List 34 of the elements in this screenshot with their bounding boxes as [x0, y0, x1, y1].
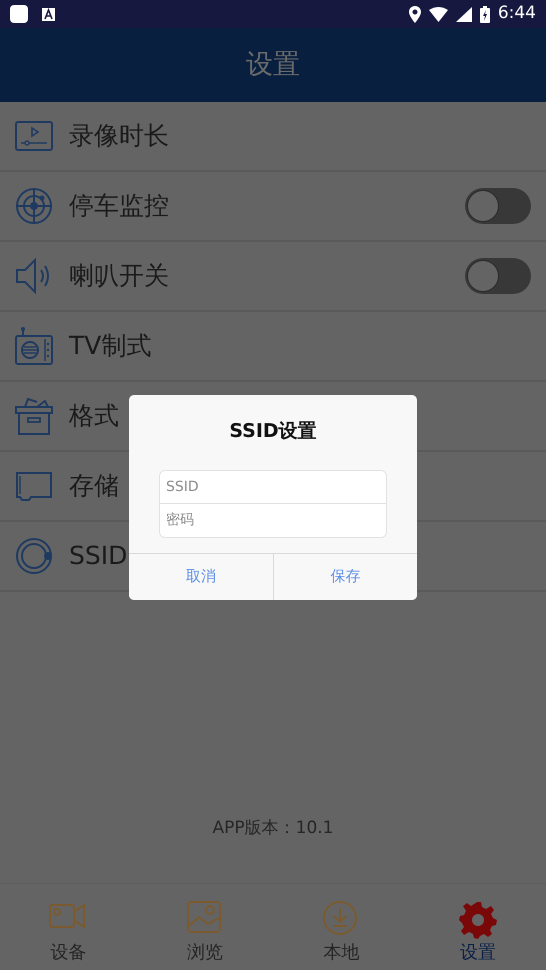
notification-icon	[42, 8, 55, 20]
dialog-button[interactable]: 取消	[129, 552, 272, 600]
version-text: APP版本：10.1	[212, 816, 334, 840]
nav-tab[interactable]: 设备	[0, 884, 136, 970]
setting-label: TV制式	[69, 330, 152, 362]
input-field[interactable]: SSID	[159, 470, 387, 504]
dialog-title: SSID设置	[228, 419, 318, 444]
input-field[interactable]: 密码	[159, 504, 387, 538]
setting-label: 录像时长	[69, 120, 169, 152]
nav-tab[interactable]: 本地	[273, 884, 410, 970]
video-icon	[15, 121, 53, 151]
target-icon	[15, 187, 53, 225]
setting-label: SSID	[69, 540, 128, 572]
setting-label: 格式	[69, 400, 119, 432]
wifi-icon	[428, 6, 448, 22]
signal-icon	[456, 6, 472, 22]
nav-tab[interactable]: 浏览	[136, 884, 273, 970]
setting-label: 存储	[69, 470, 119, 502]
settings-icon	[458, 901, 497, 939]
battery-icon	[480, 6, 490, 22]
app-notification-icon	[10, 5, 28, 23]
toggle-switch[interactable]	[465, 188, 531, 224]
toggle-switch[interactable]	[465, 258, 531, 294]
dialog-button[interactable]: 保存	[272, 552, 417, 600]
status-time: 6:44	[498, 2, 536, 26]
location-icon	[408, 6, 421, 22]
page-title: 设置	[246, 48, 300, 82]
ring-icon	[15, 537, 53, 575]
archive-box-icon	[15, 397, 53, 435]
setting-label: 停车监控	[69, 190, 169, 222]
memory-card-icon	[15, 471, 53, 501]
setting-label: 喇叭开关	[69, 260, 169, 292]
nav-tab[interactable]: 设置	[410, 884, 546, 970]
radio-icon	[15, 327, 53, 365]
